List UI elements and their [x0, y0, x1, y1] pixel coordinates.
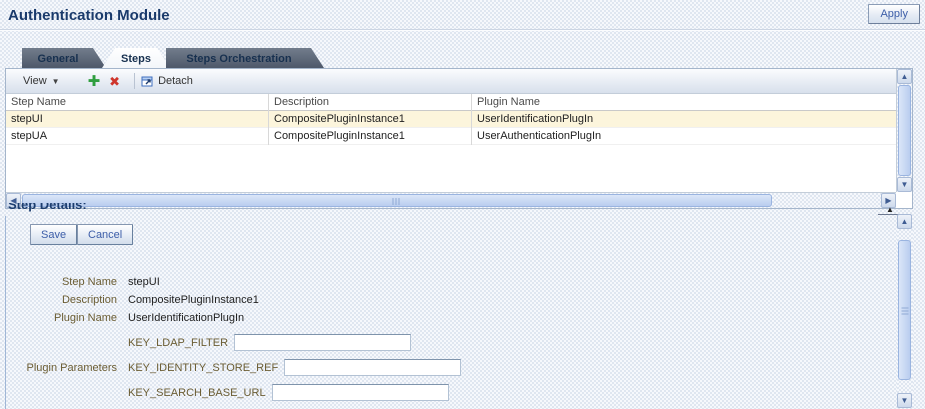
scroll-down-icon[interactable]: ▼ — [897, 177, 912, 192]
param-row-ldap-filter: KEY_LDAP_FILTER — [0, 334, 411, 351]
cell-step-name[interactable]: stepUA — [6, 128, 269, 145]
description-label: Description — [0, 294, 117, 306]
detach-label: Detach — [158, 75, 193, 87]
panel-splitter[interactable]: ▲ — [0, 209, 925, 216]
table-horizontal-scrollbar[interactable]: ◀ ▶ — [6, 192, 896, 208]
plugin-parameters-label: Plugin Parameters — [0, 362, 117, 374]
view-menu-label: View — [23, 75, 47, 87]
details-vscroll-track[interactable] — [897, 229, 913, 393]
key-search-base-url-label: KEY_SEARCH_BASE_URL — [128, 387, 266, 399]
table-vertical-scrollbar[interactable]: ▲ ▼ — [896, 69, 912, 192]
column-header-plugin-name[interactable]: Plugin Name — [472, 94, 896, 111]
column-header-description[interactable]: Description — [269, 94, 472, 111]
table-row-stepui[interactable]: stepUI CompositePluginInstance1 UserIden… — [6, 111, 896, 128]
tab-general[interactable]: General — [22, 48, 106, 68]
field-row-step-name: Step Name stepUI — [0, 276, 160, 288]
param-row-identity-store: Plugin Parameters KEY_IDENTITY_STORE_REF — [0, 359, 461, 376]
add-step-button[interactable]: ✚ — [88, 74, 101, 89]
scroll-up-icon[interactable]: ▲ — [897, 69, 912, 84]
table-row-stepua[interactable]: stepUA CompositePluginInstance1 UserAuth… — [6, 128, 896, 145]
table-hscroll-thumb[interactable] — [22, 194, 772, 207]
scroll-grip — [393, 198, 402, 205]
step-name-value: stepUI — [128, 276, 160, 288]
tab-bar: General Steps Steps Orchestration — [22, 48, 324, 68]
save-button[interactable]: Save — [30, 224, 77, 245]
key-identity-store-ref-label: KEY_IDENTITY_STORE_REF — [128, 362, 278, 374]
header-divider — [0, 29, 925, 31]
steps-table-panel: View ▼ ✚ ✖ Detach ▲ ▼ Step Name Descript… — [5, 68, 913, 209]
scroll-grip — [901, 306, 908, 315]
details-vertical-scrollbar[interactable]: ▲ ▼ — [897, 214, 913, 408]
field-row-plugin-name: Plugin Name UserIdentificationPlugIn — [0, 312, 244, 324]
field-row-description: Description CompositePluginInstance1 — [0, 294, 259, 306]
view-menu-button[interactable]: View ▼ — [19, 73, 64, 89]
step-details-heading: Step Details: — [8, 203, 87, 215]
description-value: CompositePluginInstance1 — [128, 294, 259, 306]
table-header-row: Step Name Description Plugin Name — [6, 94, 896, 111]
details-vscroll-thumb[interactable] — [898, 240, 911, 380]
page-title: Authentication Module — [8, 7, 170, 24]
steps-table: Step Name Description Plugin Name stepUI… — [6, 94, 896, 192]
key-search-base-url-input[interactable] — [272, 384, 449, 401]
cell-description[interactable]: CompositePluginInstance1 — [269, 111, 472, 128]
tab-steps[interactable]: Steps — [102, 48, 170, 68]
key-ldap-filter-input[interactable] — [234, 334, 411, 351]
detach-icon — [141, 75, 154, 88]
plugin-name-value: UserIdentificationPlugIn — [128, 312, 244, 324]
delete-step-button[interactable]: ✖ — [109, 75, 120, 88]
authentication-module-page: { "page": { "title": "Authentication Mod… — [0, 0, 925, 409]
cancel-button[interactable]: Cancel — [77, 224, 133, 245]
key-ldap-filter-label: KEY_LDAP_FILTER — [128, 337, 228, 349]
scroll-up-icon[interactable]: ▲ — [897, 214, 912, 229]
apply-button[interactable]: Apply — [868, 4, 920, 24]
param-row-search-base-url: KEY_SEARCH_BASE_URL — [0, 384, 449, 401]
chevron-down-icon: ▼ — [52, 77, 60, 86]
scroll-down-icon[interactable]: ▼ — [897, 393, 912, 408]
cell-step-name[interactable]: stepUI — [6, 111, 269, 128]
table-hscroll-track[interactable] — [21, 193, 881, 208]
tab-steps-orchestration[interactable]: Steps Orchestration — [166, 48, 324, 68]
key-identity-store-ref-input[interactable] — [284, 359, 461, 376]
cell-plugin-name[interactable]: UserAuthenticationPlugIn — [472, 128, 896, 145]
column-header-step-name[interactable]: Step Name — [6, 94, 269, 111]
step-name-label: Step Name — [0, 276, 117, 288]
plugin-name-label: Plugin Name — [0, 312, 117, 324]
cell-description[interactable]: CompositePluginInstance1 — [269, 128, 472, 145]
table-vscroll-thumb[interactable] — [898, 85, 911, 176]
table-toolbar: View ▼ ✚ ✖ Detach — [6, 69, 896, 94]
toolbar-divider — [134, 73, 135, 89]
table-vscroll-track[interactable] — [897, 84, 912, 177]
cell-plugin-name[interactable]: UserIdentificationPlugIn — [472, 111, 896, 128]
detach-button[interactable]: Detach — [141, 75, 193, 88]
